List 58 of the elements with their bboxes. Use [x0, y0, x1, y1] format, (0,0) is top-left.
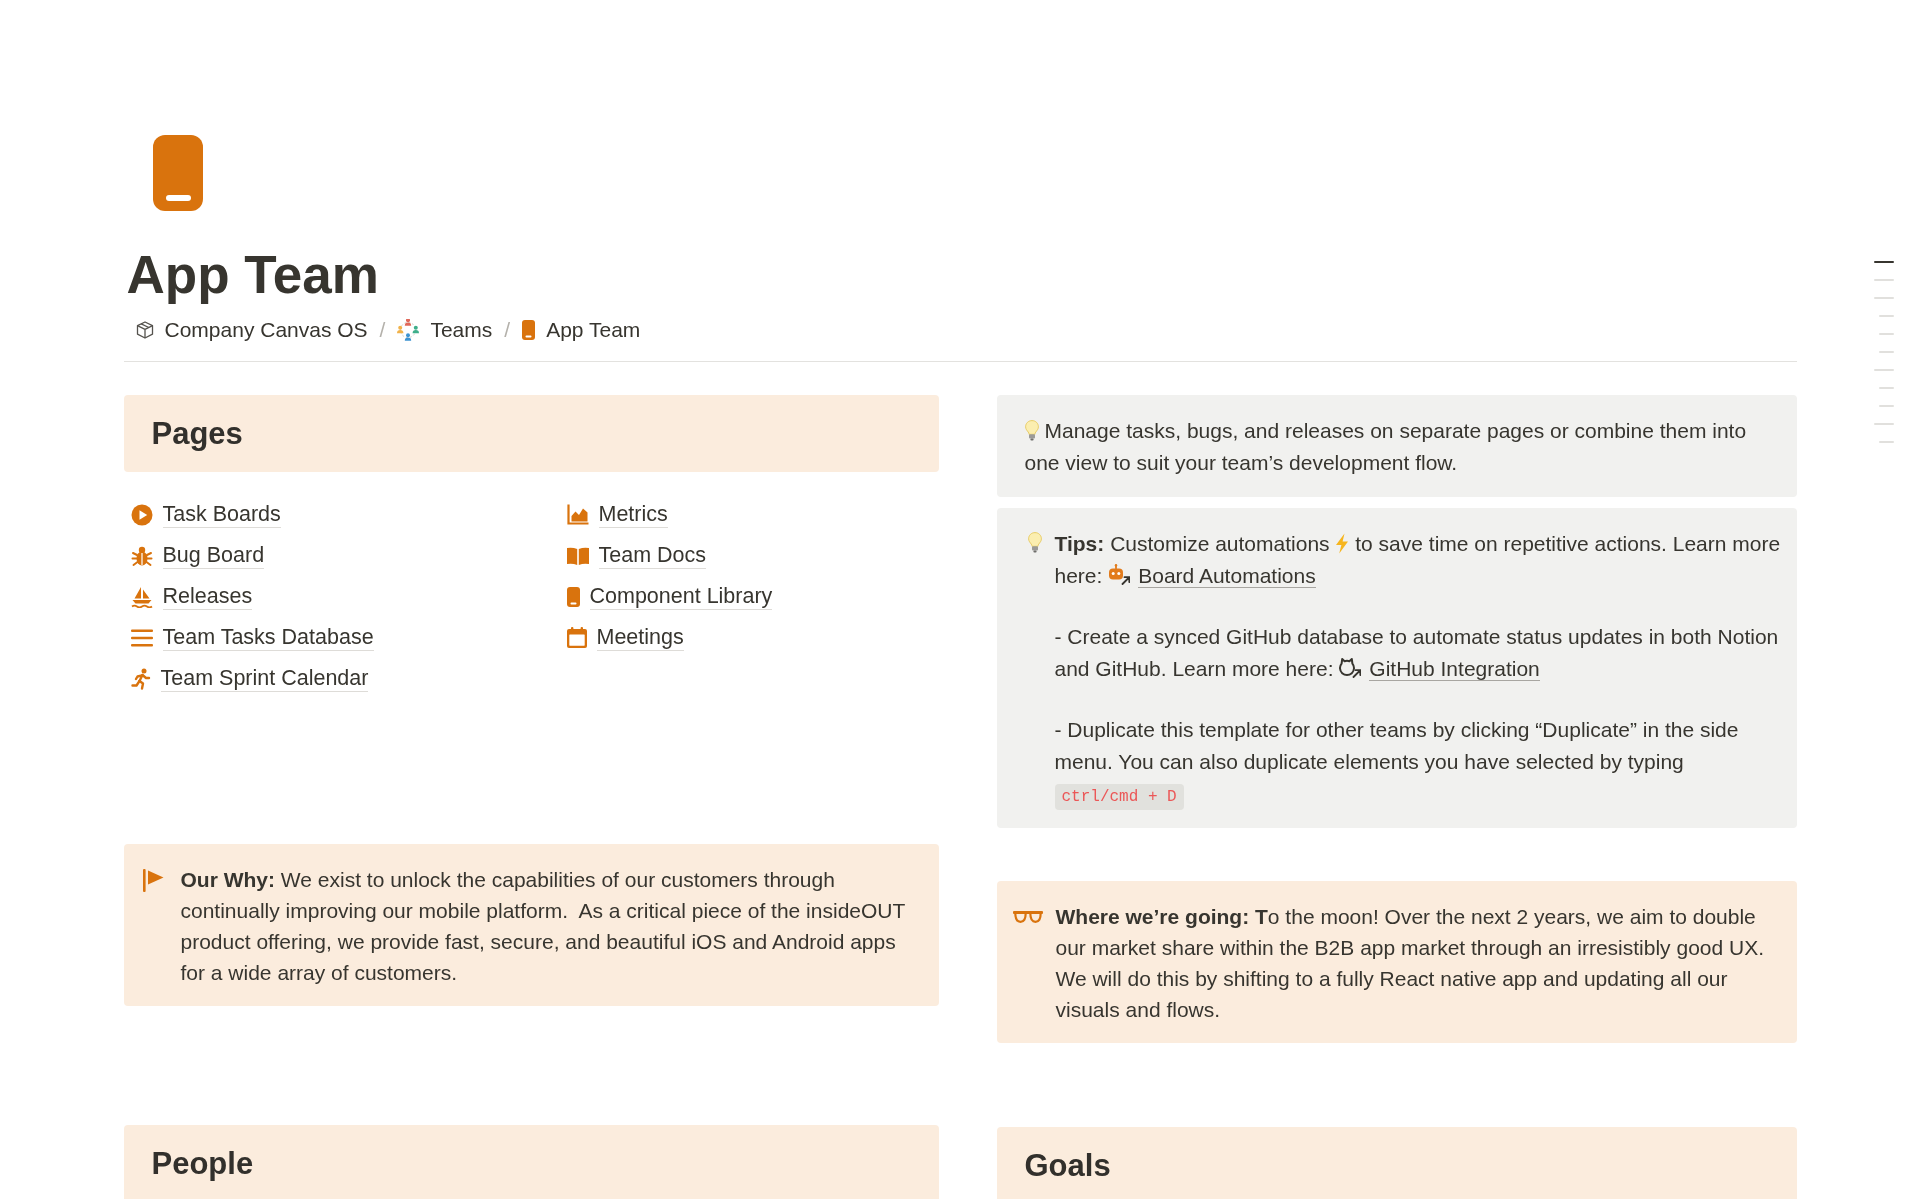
page-link[interactable]: Bug Board [130, 535, 265, 576]
phone-icon [522, 320, 536, 340]
callout-text: Our Why: We exist to unlock the capabilities of our customers through continually improving our mobile platform. As a critical piece of the insideOUT product offering, we provide fast, secure, and beautiful iOS and Android apps for a wide array of customers. [180, 867, 906, 986]
outline-dash-icon[interactable] [1879, 387, 1894, 389]
outline-dash-icon[interactable] [1879, 315, 1894, 317]
page-link[interactable]: Task Boards [130, 494, 281, 535]
lightbulb-icon [1027, 532, 1042, 553]
tip-paragraph: - Create a synced GitHub database to automate status updates in both Notion and GitHub. Learn more here: GitHub Integration [1054, 624, 1780, 683]
page-title: App Team [126, 244, 380, 306]
callout-text: Manage tasks, bugs, and releases on separate pages or combine them into one view to suit your team’s development flow. [1024, 418, 1748, 476]
page-link[interactable]: Metrics [566, 494, 668, 535]
bug-icon [130, 544, 153, 567]
page-link[interactable]: Releases [130, 576, 253, 617]
team-circle-icon [397, 319, 420, 341]
glasses-icon [1012, 911, 1043, 923]
tip-paragraph: Tips: Customize automations to save time on repetitive actions. Learn more here: Board Automations [1054, 531, 1781, 590]
outline-dash-icon[interactable] [1879, 441, 1894, 443]
section-heading: People [123, 1125, 939, 1199]
inline-code: ctrl/cmd + D [1054, 784, 1184, 810]
page-mention-link[interactable]: Board Automations [1138, 564, 1316, 588]
page-mention-link[interactable]: GitHub Integration [1369, 657, 1540, 681]
page-link[interactable]: Component Library [566, 576, 773, 617]
outline-dash-icon[interactable] [1874, 369, 1894, 371]
section-heading: Goals [996, 1127, 1797, 1199]
outline-dash-icon[interactable] [1879, 333, 1894, 335]
page-link[interactable]: Team Docs [566, 535, 707, 576]
outline-dash-icon[interactable] [1874, 261, 1894, 263]
lightning-icon [1335, 533, 1350, 554]
tip-paragraph: - Duplicate this template for other teams by clicking “Duplicate” in the side menu. You can also duplicate elements you have selected by typing ctrl/cmd + D [1054, 714, 1781, 810]
outline-dash-icon[interactable] [1879, 405, 1894, 407]
lightbulb-icon [1024, 420, 1039, 441]
outline-dash-icon[interactable] [1874, 297, 1894, 299]
robot-link-icon [1108, 564, 1131, 585]
runner-icon [130, 667, 151, 690]
list-icon [130, 628, 153, 647]
flag-icon [142, 869, 164, 892]
page-link[interactable]: Meetings [566, 617, 684, 658]
calendar-icon [566, 627, 587, 648]
phone-icon [152, 135, 203, 211]
outline-dash-icon[interactable] [1874, 279, 1894, 281]
outline-dash-icon[interactable] [1879, 351, 1894, 353]
breadcrumb-link[interactable]: Company Canvas OS [135, 317, 368, 343]
callout-text: Where we’re going: To the moon! Over the next 2 years, we aim to double our market share within the B2B app market through an irresistibly good UX. We will do this by shifting to a fully React native app and updating all our visuals and flows. [1055, 904, 1765, 1023]
breadcrumb-separator: / [379, 317, 386, 343]
cat-link-icon [1339, 657, 1362, 678]
phone-icon [566, 586, 580, 607]
page-link[interactable]: Team Tasks Database [130, 617, 374, 658]
book-icon [566, 546, 589, 565]
box-icon [135, 321, 154, 339]
breadcrumb-link[interactable]: Teams [397, 317, 493, 343]
section-heading: Pages [123, 395, 939, 472]
breadcrumb-link[interactable]: App Team [522, 317, 641, 343]
outline-dash-icon[interactable] [1874, 423, 1894, 425]
breadcrumb-separator: / [504, 317, 511, 343]
play-circle-icon [130, 503, 153, 526]
area-chart-icon [566, 504, 589, 525]
page-link[interactable]: Team Sprint Calendar [130, 658, 369, 699]
sailboat-icon [130, 585, 153, 608]
